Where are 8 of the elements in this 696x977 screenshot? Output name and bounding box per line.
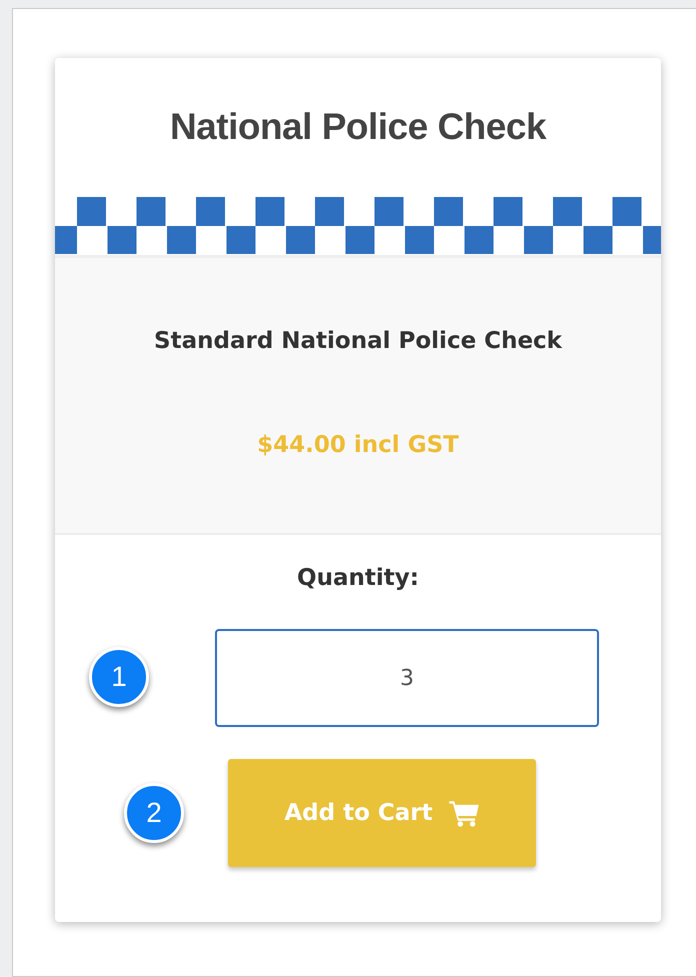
product-name: Standard National Police Check [154,328,562,354]
step-marker: 2 [124,783,184,843]
cart-icon [448,800,479,826]
product-price: $44.00 incl GST [257,432,459,458]
quantity-label: Quantity: [297,565,419,591]
quantity-field[interactable]: 3 [215,629,599,727]
product-title: National Police Check [168,105,548,149]
step-marker: 1 [89,647,149,707]
